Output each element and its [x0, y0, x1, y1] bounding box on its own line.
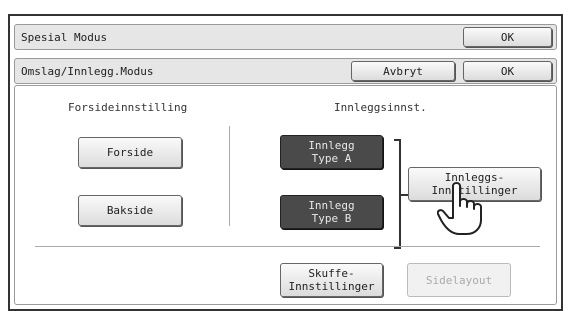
title-bar: Spesial Modus OK [14, 24, 557, 50]
hand-pointer-icon [436, 180, 489, 241]
tray-settings-button[interactable]: Skuffe- Innstillinger [280, 263, 383, 297]
insert-type-bracket [394, 139, 401, 249]
cancel-button[interactable]: Avbryt [351, 61, 455, 81]
cover-settings-heading: Forsideinnstilling [68, 101, 188, 114]
insert-type-a-button[interactable]: Innlegg Type A [280, 135, 383, 169]
insert-settings-heading: Innleggsinnst. [334, 101, 427, 114]
special-mode-dialog: Spesial Modus OK Omslag/Innlegg.Modus Av… [8, 14, 563, 311]
insert-type-b-button[interactable]: Innlegg Type B [280, 195, 383, 229]
column-divider [229, 126, 230, 226]
mode-bar: Omslag/Innlegg.Modus Avbryt OK [14, 58, 557, 84]
mode-title: Omslag/Innlegg.Modus [21, 65, 154, 78]
page-title: Spesial Modus [21, 31, 108, 44]
ok-button-top[interactable]: OK [463, 27, 552, 47]
section-divider [35, 246, 540, 247]
ok-button[interactable]: OK [463, 61, 552, 81]
front-cover-button[interactable]: Forside [78, 137, 182, 168]
page-layout-button: Sidelayout [407, 263, 511, 297]
back-cover-button[interactable]: Bakside [78, 195, 182, 226]
